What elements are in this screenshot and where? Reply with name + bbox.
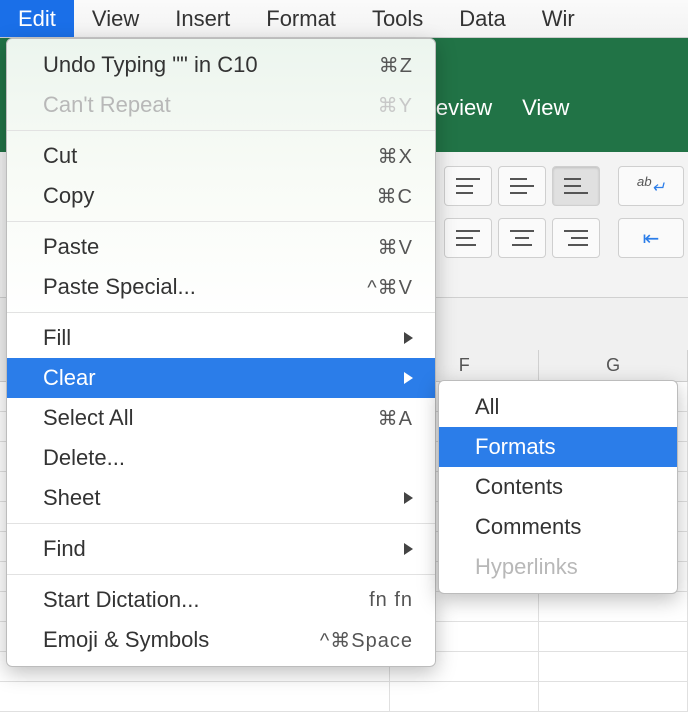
menu-cut-label: Cut (43, 143, 77, 169)
menu-undo-label: Undo Typing "" in C10 (43, 52, 258, 78)
menu-emoji-shortcut: ^⌘Space (320, 628, 413, 653)
menu-find[interactable]: Find (7, 529, 435, 569)
menu-dictation-label: Start Dictation... (43, 587, 200, 613)
column-header-g[interactable]: G (539, 350, 688, 381)
clear-all-label: All (475, 394, 499, 420)
align-middle-button[interactable] (498, 166, 546, 206)
align-center-icon (510, 230, 534, 246)
menu-cut[interactable]: Cut ⌘X (7, 136, 435, 176)
align-top-button[interactable] (444, 166, 492, 206)
menu-sheet-label: Sheet (43, 485, 101, 511)
menu-clear-label: Clear (43, 365, 96, 391)
submenu-arrow-icon (404, 492, 413, 504)
menu-repeat-label: Can't Repeat (43, 92, 171, 118)
menu-dictation[interactable]: Start Dictation... fn fn (7, 580, 435, 620)
menu-select-all[interactable]: Select All ⌘A (7, 398, 435, 438)
edit-menu: Undo Typing "" in C10 ⌘Z Can't Repeat ⌘Y… (6, 38, 436, 667)
ribbon-tab-view[interactable]: View (522, 95, 569, 121)
menu-repeat-shortcut: ⌘Y (378, 93, 413, 118)
align-left-button[interactable] (444, 218, 492, 258)
submenu-arrow-icon (404, 372, 413, 384)
clear-comments[interactable]: Comments (439, 507, 677, 547)
menu-paste-special-shortcut: ^⌘V (367, 275, 413, 300)
menu-separator (7, 312, 435, 313)
merge-icon: ⇤ (643, 226, 660, 251)
menu-separator (7, 221, 435, 222)
menu-select-all-shortcut: ⌘A (378, 406, 413, 431)
align-middle-icon (510, 178, 534, 194)
menu-paste-shortcut: ⌘V (378, 235, 413, 260)
align-center-button[interactable] (498, 218, 546, 258)
menu-dictation-shortcut: fn fn (369, 589, 413, 612)
menu-repeat: Can't Repeat ⌘Y (7, 85, 435, 125)
menu-delete[interactable]: Delete... (7, 438, 435, 478)
clear-comments-label: Comments (475, 514, 581, 540)
align-bottom-icon (564, 178, 588, 194)
menu-separator (7, 130, 435, 131)
clear-contents-label: Contents (475, 474, 563, 500)
wrap-text-button[interactable]: ab↵ (618, 166, 684, 206)
menu-undo-shortcut: ⌘Z (379, 53, 413, 78)
menubar-format[interactable]: Format (248, 0, 354, 37)
menu-clear[interactable]: Clear (7, 358, 435, 398)
menu-emoji-label: Emoji & Symbols (43, 627, 209, 653)
menu-paste-special-label: Paste Special... (43, 274, 196, 300)
menubar-window[interactable]: Wir (524, 0, 593, 37)
menu-copy-shortcut: ⌘C (377, 184, 413, 209)
align-right-icon (564, 230, 588, 246)
menu-undo[interactable]: Undo Typing "" in C10 ⌘Z (7, 45, 435, 85)
submenu-arrow-icon (404, 543, 413, 555)
menubar-data[interactable]: Data (441, 0, 523, 37)
align-left-icon (456, 230, 480, 246)
clear-submenu: All Formats Contents Comments Hyperlinks (438, 380, 678, 594)
menubar-insert[interactable]: Insert (157, 0, 248, 37)
menu-paste[interactable]: Paste ⌘V (7, 227, 435, 267)
clear-formats[interactable]: Formats (439, 427, 677, 467)
align-top-icon (456, 178, 480, 194)
menu-paste-special[interactable]: Paste Special... ^⌘V (7, 267, 435, 307)
menu-separator (7, 574, 435, 575)
menu-fill[interactable]: Fill (7, 318, 435, 358)
clear-all[interactable]: All (439, 387, 677, 427)
menu-sheet[interactable]: Sheet (7, 478, 435, 518)
submenu-arrow-icon (404, 332, 413, 344)
clear-hyperlinks: Hyperlinks (439, 547, 677, 587)
menu-copy-label: Copy (43, 183, 94, 209)
menu-delete-label: Delete... (43, 445, 125, 471)
menubar-view[interactable]: View (74, 0, 157, 37)
menu-fill-label: Fill (43, 325, 71, 351)
menubar-tools[interactable]: Tools (354, 0, 441, 37)
menu-find-label: Find (43, 536, 86, 562)
wrap-text-icon: ab↵ (637, 174, 665, 197)
menu-emoji[interactable]: Emoji & Symbols ^⌘Space (7, 620, 435, 660)
merge-button[interactable]: ⇤ (618, 218, 684, 258)
clear-contents[interactable]: Contents (439, 467, 677, 507)
menu-cut-shortcut: ⌘X (378, 144, 413, 169)
clear-formats-label: Formats (475, 434, 556, 460)
menu-paste-label: Paste (43, 234, 99, 260)
align-right-button[interactable] (552, 218, 600, 258)
menu-separator (7, 523, 435, 524)
menubar: Edit View Insert Format Tools Data Wir (0, 0, 688, 38)
menu-select-all-label: Select All (43, 405, 134, 431)
align-bottom-button[interactable] (552, 166, 600, 206)
ribbon-tabs: Review View (420, 95, 569, 121)
menu-copy[interactable]: Copy ⌘C (7, 176, 435, 216)
clear-hyperlinks-label: Hyperlinks (475, 554, 578, 580)
menubar-edit[interactable]: Edit (0, 0, 74, 37)
